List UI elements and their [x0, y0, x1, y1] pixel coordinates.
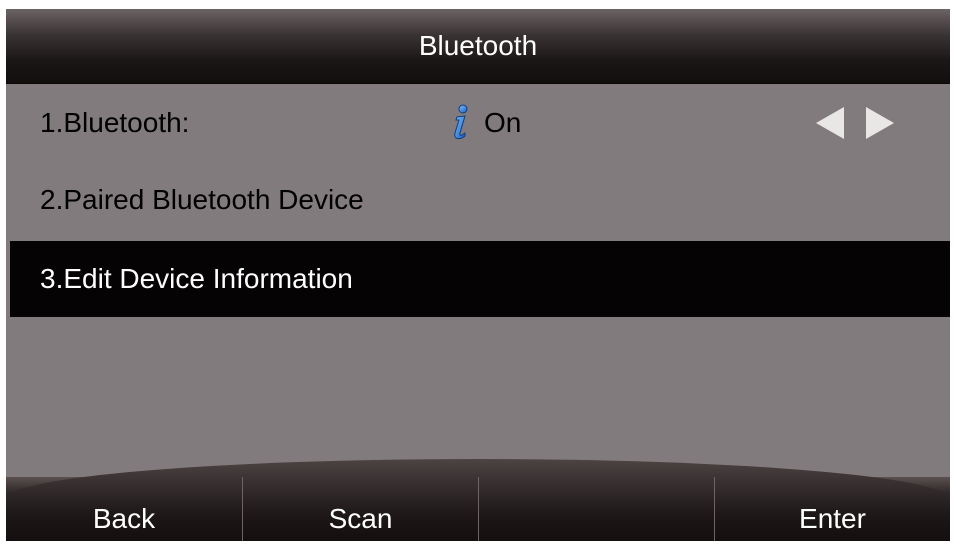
softkey-bar: Back Scan Enter [6, 459, 950, 541]
arrow-left-icon[interactable] [816, 107, 844, 139]
phone-screen: Bluetooth 1.Bluetooth: On 2.Paired Bluet… [6, 9, 950, 541]
screen-title: Bluetooth [418, 30, 538, 61]
title-bar: Bluetooth [6, 9, 950, 84]
bluetooth-status-value: On [484, 107, 522, 138]
menu-item-label: 1.Bluetooth: [40, 107, 190, 138]
menu-item-label: 2.Paired Bluetooth Device [40, 184, 364, 215]
arrow-right-icon[interactable] [866, 107, 894, 139]
menu-item-edit-device-information[interactable]: 3.Edit Device Information [10, 241, 950, 317]
menu-item-bluetooth[interactable]: 1.Bluetooth: On [10, 85, 950, 161]
info-icon [454, 104, 468, 140]
menu-item-label: 3.Edit Device Information [40, 263, 353, 294]
menu-item-paired-devices[interactable]: 2.Paired Bluetooth Device [10, 162, 950, 238]
enter-softkey[interactable]: Enter [714, 477, 950, 541]
back-softkey[interactable]: Back [6, 477, 242, 541]
scan-softkey[interactable]: Scan [242, 477, 478, 541]
empty-softkey[interactable] [478, 477, 714, 541]
